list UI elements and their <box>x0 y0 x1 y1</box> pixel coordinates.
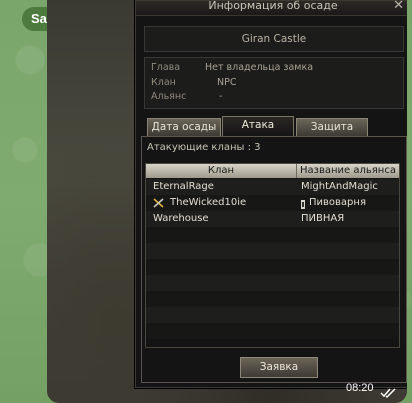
alliance-crest-icon <box>301 199 305 209</box>
attack-tab-panel: Атакующие кланы : 3 Клан Название альянс… <box>141 136 407 383</box>
info-clan-row: Клан NPC <box>151 77 236 88</box>
apply-button[interactable]: Заявка <box>240 357 318 378</box>
table-row[interactable]: TheWicked10ie Пивоварня <box>146 195 399 211</box>
window-titlebar[interactable]: Информация об осаде ✕ <box>136 0 407 16</box>
tab-siege-date[interactable]: Дата осады <box>147 118 221 136</box>
clan-name: Warehouse <box>153 213 209 224</box>
siege-info-window: Информация об осаде ✕ Giran Castle Глава… <box>135 0 407 388</box>
empty-row <box>146 243 399 259</box>
column-header-clan[interactable]: Клан <box>146 164 297 178</box>
info-head-label: Глава <box>151 62 181 73</box>
empty-row <box>146 227 399 243</box>
alliance-name: Пивоварня <box>309 197 366 208</box>
empty-row <box>146 307 399 323</box>
castle-info-panel: Глава Нет владельца замка Клан NPC Альян… <box>144 57 404 109</box>
alliance-name: MightAndMagic <box>301 181 378 192</box>
window-title: Информация об осаде <box>208 0 338 12</box>
info-head-value: Нет владельца замка <box>205 62 314 73</box>
empty-row <box>146 291 399 307</box>
table-row[interactable]: Warehouse ПИВНАЯ <box>146 211 399 227</box>
alliance-name: ПИВНАЯ <box>301 213 345 224</box>
message-time: 08:20 <box>346 382 374 394</box>
info-head-row: Глава Нет владельца замка <box>151 62 313 73</box>
crossed-swords-icon <box>153 198 164 208</box>
empty-row <box>146 323 399 339</box>
table-row[interactable]: EternalRage MightAndMagic <box>146 179 399 195</box>
attackers-table: Клан Название альянса EternalRage MightA… <box>145 163 400 348</box>
info-alliance-value: - <box>219 91 223 102</box>
tab-attack[interactable]: Атака <box>222 116 294 138</box>
attacking-clans-count: Атакующие кланы : 3 <box>147 142 261 153</box>
close-icon[interactable]: ✕ <box>393 0 404 13</box>
tab-defense[interactable]: Защита <box>296 118 368 136</box>
screenshot-photo[interactable]: Информация об осаде ✕ Giran Castle Глава… <box>47 0 407 403</box>
empty-row <box>146 259 399 275</box>
clan-name: EternalRage <box>153 181 214 192</box>
info-alliance-row: Альянс - <box>151 91 222 102</box>
info-clan-label: Клан <box>151 77 176 88</box>
empty-row <box>146 275 399 291</box>
double-check-icon <box>380 383 397 399</box>
clan-name: TheWicked10ie <box>170 197 247 208</box>
column-header-alliance[interactable]: Название альянса <box>297 164 399 178</box>
info-clan-value: NPC <box>217 77 237 88</box>
castle-name: Giran Castle <box>144 26 404 52</box>
info-alliance-label: Альянс <box>151 91 187 102</box>
